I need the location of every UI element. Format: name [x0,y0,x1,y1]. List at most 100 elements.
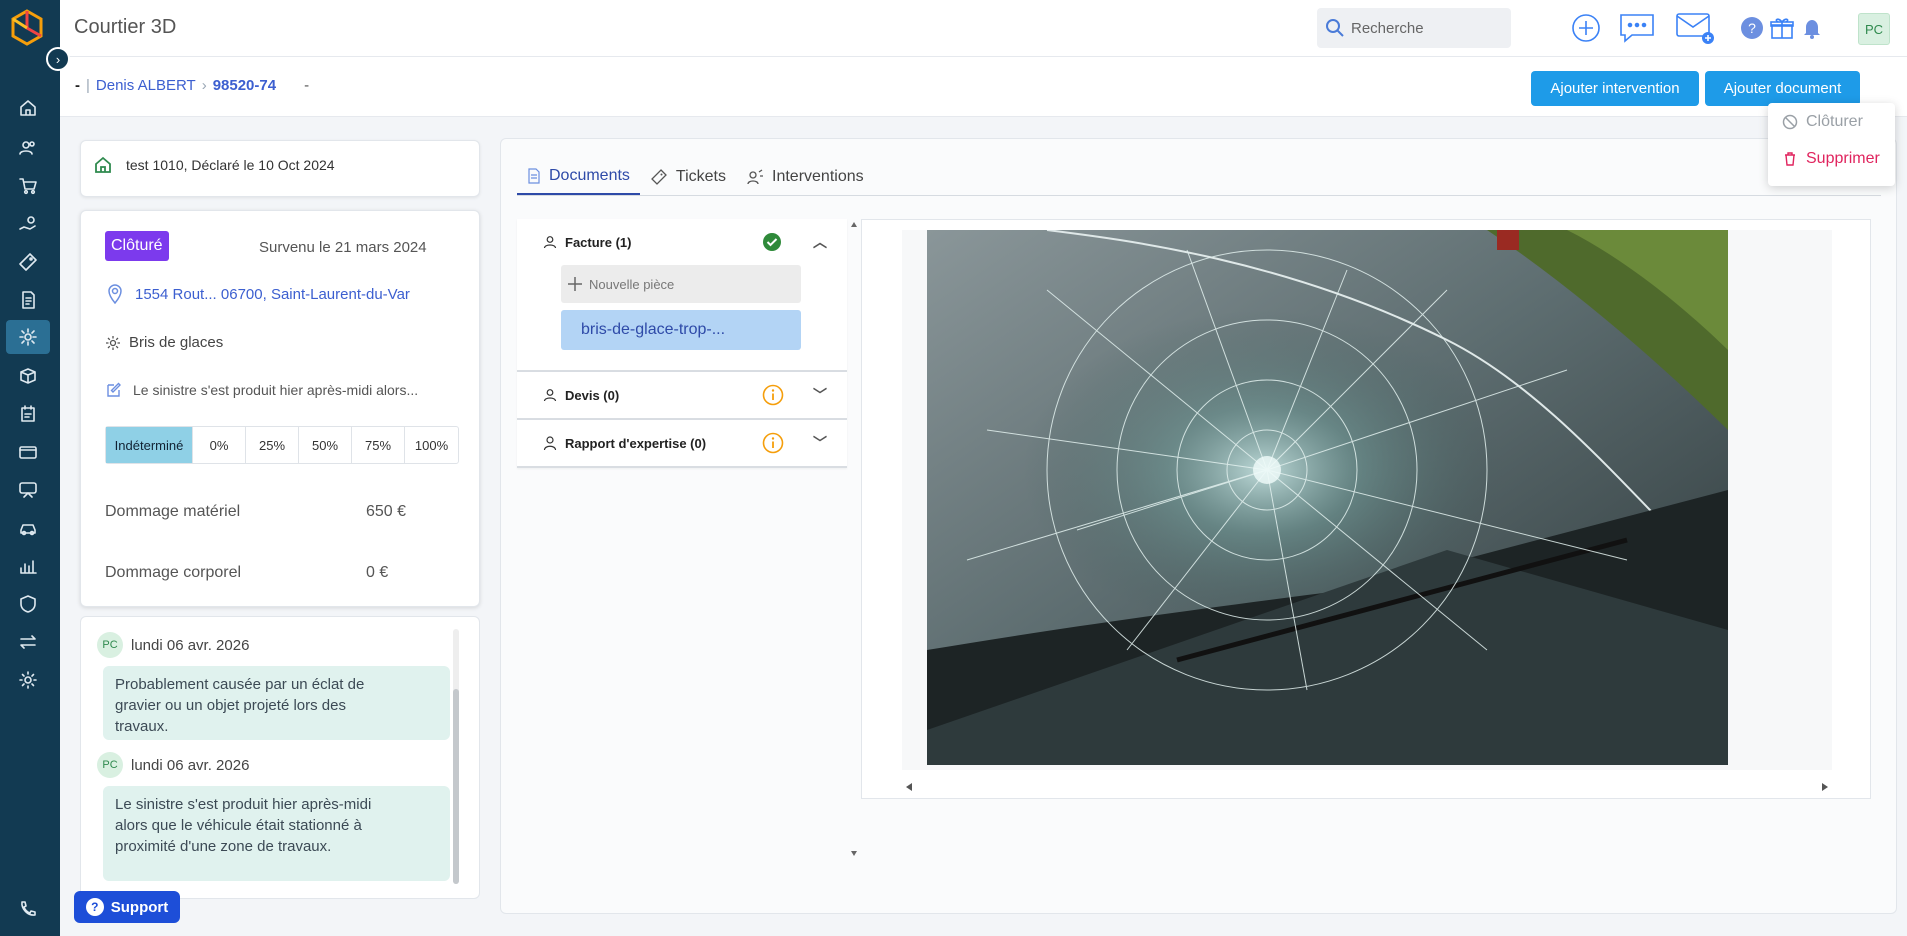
cart-icon[interactable] [16,174,40,198]
sidebar-collapse-button[interactable]: › [46,47,70,71]
users-icon[interactable] [16,136,40,160]
search-input[interactable] [1351,19,1501,37]
pct-50[interactable]: 50% [299,427,352,463]
breadcrumb-arrow: › [201,77,207,94]
pct-indetermine[interactable]: Indéterminé [106,427,193,463]
delete-claim-label: Supprimer [1806,150,1880,167]
add-document-button[interactable]: Ajouter document [1705,71,1860,106]
hand-money-icon[interactable] [16,212,40,236]
note-avatar: PC [97,632,123,658]
material-damage-label: Dommage matériel [105,503,241,520]
claim-description[interactable]: Le sinistre s'est produit hier après-mid… [105,381,418,399]
actions-dropdown: Clôturer Supprimer [1768,103,1895,186]
note-text: Probablement causée par un éclat de grav… [115,676,365,735]
broken-windshield-image [927,230,1728,765]
pct-100[interactable]: 100% [405,427,458,463]
breadcrumb-extra: - [304,77,310,94]
payment-icon[interactable] [16,478,40,502]
ticket-icon [651,169,667,185]
note-bubble: Le sinistre s'est produit hier après-mid… [103,786,450,881]
info-icon [762,384,784,406]
box-icon[interactable] [16,364,40,388]
settings-icon[interactable] [16,668,40,692]
support-label: Support [110,898,169,916]
tab-tickets[interactable]: Tickets [640,159,736,195]
declaration-text: test 1010, Déclaré le 10 Oct 2024 [126,157,335,173]
note-text: Le sinistre s'est produit hier après-mid… [115,796,372,855]
pct-25[interactable]: 25% [246,427,299,463]
viewer-horizontal-scrollbar[interactable] [902,780,1832,794]
claim-type: Bris de glaces [105,334,223,351]
phone-icon[interactable] [16,897,40,921]
description-text: Le sinistre s'est produit hier après-mid… [133,382,419,398]
mail-add-icon[interactable] [1674,10,1716,46]
tab-label: Tickets [675,168,726,185]
home-icon[interactable] [16,96,40,120]
close-claim-item[interactable]: Clôturer [1782,113,1863,131]
gear-icon [106,335,120,350]
shield-icon[interactable] [16,592,40,616]
chevron-up-icon[interactable]: ︿ [813,232,827,252]
trash-icon [1785,152,1795,166]
transfer-icon[interactable] [16,630,40,654]
bell-icon[interactable] [1794,10,1830,46]
material-damage-value[interactable]: 650 € [366,503,406,521]
chevron-down-icon[interactable]: ﹀ [813,433,827,453]
logo-icon[interactable] [9,8,45,48]
breadcrumb-claim-number[interactable]: 98520-74 [213,77,276,94]
add-intervention-button[interactable]: Ajouter intervention [1531,71,1699,106]
breadcrumb-separator: | [86,77,90,94]
doc-group-header[interactable]: Facture (1) ︿ [517,219,847,265]
note-header: PC lundi 06 avr. 2026 [97,752,249,778]
support-button[interactable]: ? Support [74,891,180,923]
edit-icon [107,382,121,397]
tab-documents[interactable]: Documents [517,159,640,195]
note-date: lundi 06 avr. 2026 [131,636,250,654]
tab-interventions[interactable]: Interventions [736,159,874,195]
doc-group-header[interactable]: Devis (0) ﹀ [517,372,847,418]
bodily-damage-value[interactable]: 0 € [366,564,388,582]
car-icon[interactable] [16,516,40,540]
chevron-down-icon[interactable]: ﹀ [813,385,827,405]
stats-icon[interactable] [16,554,40,578]
note-avatar: PC [97,752,123,778]
claim-summary-card: Clôturé Survenu le 21 mars 2024 1554 Rou… [80,210,480,607]
chat-icon[interactable] [1616,10,1658,46]
sidebar [0,0,60,936]
document-groups: Facture (1) ︿ Nouvelle pièce bris-de-gla… [517,219,847,468]
ticket-icon[interactable] [16,250,40,274]
search-box[interactable] [1317,8,1511,48]
list-scrollbar[interactable] [849,219,859,859]
document-viewer[interactable] [861,219,1871,799]
svg-text:?: ? [1748,20,1756,36]
notes-scrollbar[interactable] [453,629,459,884]
pct-0[interactable]: 0% [193,427,246,463]
doc-group-label: Rapport d'expertise (0) [565,435,707,451]
plus-icon [568,277,582,291]
notes-panel: PC lundi 06 avr. 2026 Probablement causé… [80,616,480,899]
document-icon[interactable] [16,288,40,312]
claims-icon[interactable] [16,325,40,349]
user-avatar[interactable]: PC [1858,13,1890,45]
pct-75[interactable]: 75% [352,427,405,463]
card-icon[interactable] [16,440,40,464]
doc-group-header[interactable]: Rapport d'expertise (0) ﹀ [517,420,847,466]
delete-claim-item[interactable]: Supprimer [1782,150,1880,168]
app-title: Courtier 3D [74,16,177,38]
doc-group-facture: Facture (1) ︿ Nouvelle pièce bris-de-gla… [517,219,847,372]
subheader: - | Denis ALBERT › 98520-74 - Ajouter in… [60,57,1907,117]
contract-icon[interactable] [16,402,40,426]
person-icon [543,389,557,402]
claim-address[interactable]: 1554 Rout... 06700, Saint-Laurent-du-Var [105,283,410,305]
breadcrumb-dash: - [75,77,80,94]
file-item[interactable]: bris-de-glace-trop-... [561,310,801,350]
add-icon[interactable] [1568,10,1604,46]
document-icon [528,168,540,184]
responsibility-selector: Indéterminé 0% 25% 50% 75% 100% [105,426,459,464]
tab-divider [517,195,1881,196]
doc-group-label: Devis (0) [565,387,620,403]
new-piece-button[interactable]: Nouvelle pièce [561,265,801,303]
tab-label: Documents [549,167,630,184]
doc-group-devis: Devis (0) ﹀ [517,372,847,420]
breadcrumb-client-link[interactable]: Denis ALBERT [96,77,196,94]
